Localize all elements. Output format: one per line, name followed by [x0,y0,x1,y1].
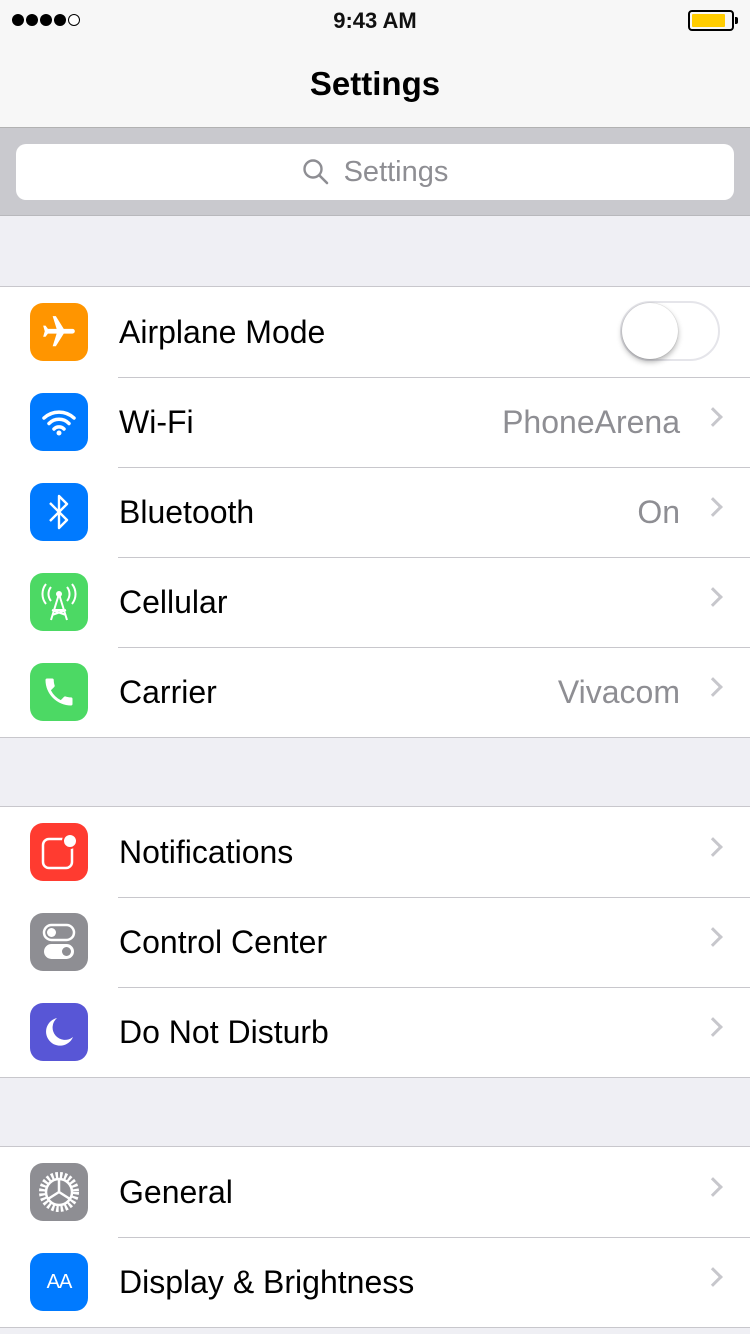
chevron-right-icon [703,677,723,697]
cellular-icon [30,573,88,631]
row-label: Do Not Disturb [119,1013,329,1050]
chevron-right-icon [703,837,723,857]
display-brightness-icon: AA [30,1253,88,1311]
status-bar: 9:43 AM [0,0,750,40]
wifi-icon [30,393,88,451]
chevron-right-icon [703,1177,723,1197]
row-value: On [637,493,680,530]
page-title: Settings [0,40,750,128]
row-control-center[interactable]: Control Center [0,897,750,987]
row-general[interactable]: General [0,1147,750,1237]
search-bar: Settings [0,128,750,216]
search-input[interactable]: Settings [16,144,734,200]
row-airplane-mode[interactable]: Airplane Mode [0,287,750,377]
row-label: Control Center [119,923,328,960]
row-cellular[interactable]: Cellular [0,557,750,647]
row-value: Vivacom [557,673,680,710]
airplane-mode-toggle[interactable] [620,301,720,361]
row-label: Notifications [119,833,294,870]
search-placeholder: Settings [343,155,449,188]
settings-group-system: Notifications Control Center Do Not Dist… [0,806,750,1078]
moon-icon [30,1003,88,1061]
row-do-not-disturb[interactable]: Do Not Disturb [0,987,750,1077]
chevron-right-icon [703,1267,723,1287]
row-label: Display & Brightness [119,1263,415,1300]
gear-icon [30,1163,88,1221]
settings-group-general: General AA Display & Brightness [0,1146,750,1328]
display-icon-text: AA [46,1270,73,1293]
bluetooth-icon [30,483,88,541]
chevron-right-icon [703,1017,723,1037]
row-display-brightness[interactable]: AA Display & Brightness [0,1237,750,1327]
settings-group-connectivity: Airplane Mode Wi-Fi PhoneArena Bluetooth… [0,286,750,738]
status-time: 9:43 AM [333,8,417,33]
row-label: Cellular [119,583,228,620]
row-value: PhoneArena [502,403,680,440]
search-icon [302,159,328,185]
row-label: Carrier [119,673,217,710]
row-label: Wi-Fi [119,403,194,440]
row-notifications[interactable]: Notifications [0,807,750,897]
row-label: Airplane Mode [119,313,326,350]
row-label: General [119,1173,233,1210]
airplane-icon [30,303,88,361]
chevron-right-icon [703,927,723,947]
control-center-icon [30,913,88,971]
phone-icon [30,663,88,721]
chevron-right-icon [703,497,723,517]
row-bluetooth[interactable]: Bluetooth On [0,467,750,557]
row-carrier[interactable]: Carrier Vivacom [0,647,750,737]
notifications-icon [30,823,88,881]
chevron-right-icon [703,587,723,607]
battery-icon [688,10,738,31]
row-label: Bluetooth [119,493,255,530]
row-wifi[interactable]: Wi-Fi PhoneArena [0,377,750,467]
chevron-right-icon [703,407,723,427]
